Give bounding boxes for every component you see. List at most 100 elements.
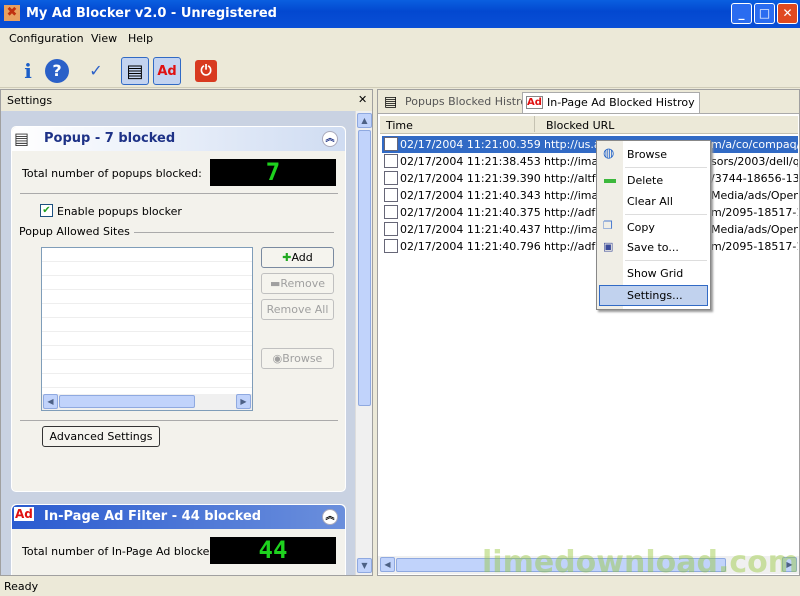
row-url-start: http://adfa xyxy=(544,206,603,219)
menu-bar: Configuration View Help xyxy=(0,28,800,50)
menu-item-label: Settings... xyxy=(627,289,683,302)
table-row[interactable]: 02/17/2004 11:21:39.390 http://altfa /37… xyxy=(382,170,798,187)
allowed-sites-label: Popup Allowed Sites xyxy=(19,225,130,238)
popup-total-label: Total number of popups blocked: xyxy=(22,167,202,180)
row-icon xyxy=(384,171,398,185)
menu-item-copy[interactable]: Copy xyxy=(627,221,655,234)
row-icon xyxy=(384,188,398,202)
minimize-button[interactable]: _ xyxy=(731,3,752,24)
row-url-start: http://us.a xyxy=(544,138,601,151)
row-url-start: http://adfa xyxy=(544,240,603,253)
menu-item-save-to[interactable]: Save to... xyxy=(627,241,679,254)
power-icon[interactable]: ⏻ xyxy=(195,60,217,82)
inpage-total-label: Total number of In-Page Ad blocked: xyxy=(22,545,221,558)
popup-group-title: Popup - 7 blocked xyxy=(44,131,176,146)
row-icon xyxy=(384,222,398,236)
column-time[interactable]: Time xyxy=(386,119,413,132)
row-time: 02/17/2004 11:21:39.390 xyxy=(400,172,541,185)
tab-inpage-history[interactable]: Ad In-Page Ad Blocked Histroy xyxy=(522,92,700,113)
row-time: 02/17/2004 11:21:40.343 xyxy=(400,189,541,202)
advanced-settings-button[interactable]: Advanced Settings xyxy=(42,426,160,447)
row-time: 02/17/2004 11:21:40.437 xyxy=(400,223,541,236)
table-row[interactable]: 02/17/2004 11:21:40.343 http://imag Medi… xyxy=(382,187,798,204)
menu-item-browse[interactable]: Browse xyxy=(627,148,667,161)
app-icon: ✖ xyxy=(4,5,20,21)
inpage-group: Ad In-Page Ad Filter - 44 blocked ︽ Tota… xyxy=(11,504,346,575)
row-icon xyxy=(384,154,398,168)
popup-group-header: ▤ Popup - 7 blocked ︽ xyxy=(12,127,345,151)
row-icon xyxy=(384,137,398,151)
collapse-inpage-button[interactable]: ︽ xyxy=(322,509,338,525)
help-icon[interactable]: ? xyxy=(45,59,69,83)
enable-popups-label: Enable popups blocker xyxy=(57,205,182,218)
tab-label: Popups Blocked Histroy xyxy=(405,95,534,108)
row-url-end: m/2095-18517-139 xyxy=(711,240,798,253)
row-icon xyxy=(384,239,398,253)
row-icon xyxy=(384,205,398,219)
row-url-end: Media/ads/OpenAd xyxy=(711,189,798,202)
table-row[interactable]: 02/17/2004 11:21:00.359 http://us.a m/a/… xyxy=(382,136,798,153)
collapse-popup-button[interactable]: ︽ xyxy=(322,131,338,147)
list-hscroll[interactable]: ◀ ▶ xyxy=(42,394,252,410)
enable-popups-checkbox[interactable]: ✔ xyxy=(40,204,53,217)
browse-button[interactable]: ◉Browse xyxy=(261,348,334,369)
tab-popups-history[interactable]: ▤ Popups Blocked Histroy xyxy=(381,92,538,113)
menu-view[interactable]: View xyxy=(91,32,117,45)
popup-count-display: 7 xyxy=(210,159,336,186)
table-row[interactable]: 02/17/2004 11:21:40.796 http://adfa m/20… xyxy=(382,238,798,255)
menu-item-settings[interactable]: Settings... xyxy=(599,285,708,306)
popup-group: ▤ Popup - 7 blocked ︽ Total number of po… xyxy=(11,126,346,492)
table-row[interactable]: 02/17/2004 11:21:40.437 http://imag Medi… xyxy=(382,221,798,238)
row-time: 02/17/2004 11:21:40.375 xyxy=(400,206,541,219)
settings-header: Settings ✕ xyxy=(1,90,372,111)
table-row[interactable]: 02/17/2004 11:21:38.453 http://imag sors… xyxy=(382,153,798,170)
table-row[interactable]: 02/17/2004 11:21:40.375 http://adfa m/20… xyxy=(382,204,798,221)
add-label: Add xyxy=(291,251,313,264)
row-url-end: m/a/co/compaq/po xyxy=(711,138,798,151)
remove-label: Remove xyxy=(280,277,326,290)
maximize-button[interactable]: □ xyxy=(754,3,775,24)
row-time: 02/17/2004 11:21:00.359 xyxy=(400,138,541,151)
settings-close-button[interactable]: ✕ xyxy=(358,93,367,106)
settings-title: Settings xyxy=(7,94,53,107)
watermark: limedownload.com xyxy=(482,545,799,580)
title-bar: ✖ My Ad Blocker v2.0 - Unregistered _ □ … xyxy=(0,0,800,28)
row-time: 02/17/2004 11:21:40.796 xyxy=(400,240,541,253)
row-time: 02/17/2004 11:21:38.453 xyxy=(400,155,541,168)
menu-help[interactable]: Help xyxy=(128,32,153,45)
popup-toggle-button[interactable]: ▤ xyxy=(121,57,149,85)
menu-item-clear-all[interactable]: Clear All xyxy=(627,195,673,208)
edit-icon[interactable]: ✓ xyxy=(82,57,110,85)
settings-vscroll[interactable]: ▲ ▼ xyxy=(355,111,372,575)
add-button[interactable]: ✚Add xyxy=(261,247,334,268)
info-icon[interactable]: i xyxy=(14,57,42,85)
inpage-count-display: 44 xyxy=(210,537,336,564)
menu-configuration[interactable]: Configuration xyxy=(9,32,84,45)
save-icon: ▣ xyxy=(603,240,614,253)
context-menu: ◍ Browse Delete Clear All ❐ Copy ▣ Save … xyxy=(596,140,711,310)
menu-item-show-grid[interactable]: Show Grid xyxy=(627,267,683,280)
inpage-group-title: In-Page Ad Filter - 44 blocked xyxy=(44,509,262,524)
column-blocked-url[interactable]: Blocked URL xyxy=(546,119,614,132)
row-url-end: Media/ads/OpenAd xyxy=(711,223,798,236)
close-button[interactable]: ✕ xyxy=(777,3,798,24)
settings-body: ▤ Popup - 7 blocked ︽ Total number of po… xyxy=(1,111,355,575)
copy-icon: ❐ xyxy=(603,219,613,232)
row-url-start: http://altfa xyxy=(544,172,603,185)
menu-item-delete[interactable]: Delete xyxy=(627,174,663,187)
ad-icon: Ad xyxy=(14,507,34,521)
remove-all-button[interactable]: Remove All xyxy=(261,299,334,320)
popup-icon: ▤ xyxy=(14,129,30,148)
grid-header: Time Blocked URL xyxy=(380,116,798,134)
browse-label: Browse xyxy=(282,352,323,365)
history-pane: ▤ Popups Blocked Histroy Ad In-Page Ad Blo… xyxy=(377,89,800,576)
globe-icon: ◍ xyxy=(603,146,615,161)
row-url-end: /3744-18656-139 xyxy=(711,172,798,185)
row-url-end: sors/2003/dell/q2/h xyxy=(711,155,798,168)
ad-toggle-button[interactable]: Ad xyxy=(153,57,181,85)
delete-icon xyxy=(604,179,616,183)
allowed-sites-list[interactable]: ◀ ▶ xyxy=(41,247,253,411)
settings-pane: Settings ✕ ▤ Popup - 7 blocked ︽ Total n… xyxy=(0,89,373,576)
remove-button[interactable]: ▬Remove xyxy=(261,273,334,294)
scroll-thumb[interactable] xyxy=(358,130,371,406)
